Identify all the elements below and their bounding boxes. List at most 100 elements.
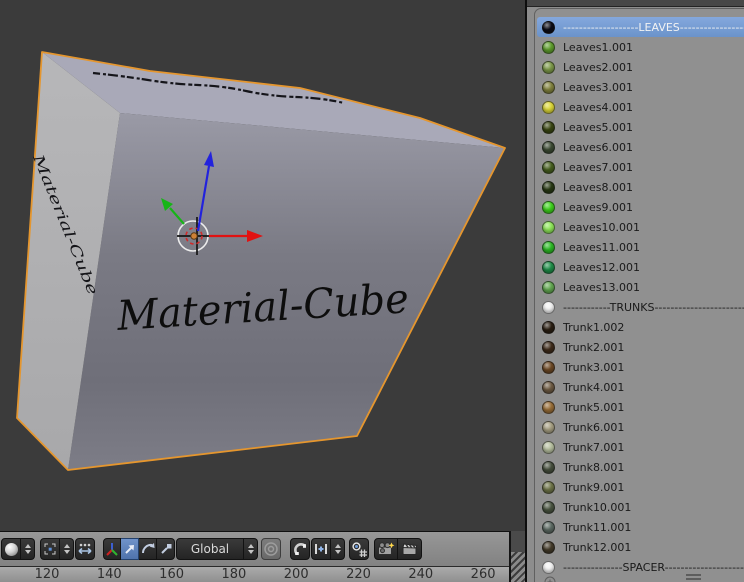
stepper-down-icon (248, 550, 254, 554)
material-color-swatch (542, 301, 555, 314)
material-row[interactable]: -------------------LEAVES---------------… (537, 17, 744, 37)
materials-panel: -------------------LEAVES---------------… (527, 0, 744, 582)
material-color-swatch (542, 81, 555, 94)
material-row[interactable]: Leaves10.001 (535, 217, 744, 237)
material-row[interactable]: Trunk12.001 (535, 537, 744, 557)
material-row[interactable]: Leaves1.001 (535, 37, 744, 57)
material-row[interactable]: Leaves7.001 (535, 157, 744, 177)
material-color-swatch (542, 341, 555, 354)
render-group (374, 538, 422, 560)
snap-element-stepper[interactable] (331, 538, 345, 560)
material-row[interactable]: Leaves9.001 (535, 197, 744, 217)
material-row[interactable]: Trunk9.001 (535, 477, 744, 497)
scale-manipulator-button[interactable] (157, 538, 175, 560)
material-list[interactable]: -------------------LEAVES---------------… (534, 8, 744, 582)
add-material-button[interactable] (544, 573, 556, 582)
orientation-stepper[interactable] (244, 538, 258, 560)
material-name: Trunk8.001 (563, 461, 624, 474)
material-name: Leaves5.001 (563, 121, 633, 134)
material-color-swatch (542, 361, 555, 374)
render-animation-button[interactable] (398, 538, 422, 560)
stepper-down-icon (335, 550, 341, 554)
material-color-swatch (542, 521, 555, 534)
frame-number: 200 (284, 567, 309, 582)
stepper-down-icon (64, 550, 70, 554)
material-name: Leaves6.001 (563, 141, 633, 154)
translate-manipulator-button[interactable] (121, 538, 139, 560)
stepper-up-icon (335, 544, 341, 548)
proportional-editing-button[interactable] (261, 538, 281, 560)
material-color-swatch (542, 221, 555, 234)
viewport-shading-sphere-icon (5, 543, 18, 556)
area-resize-grip[interactable] (511, 552, 525, 582)
material-name: Trunk9.001 (563, 481, 624, 494)
manipulate-centers-button[interactable] (75, 538, 95, 560)
gizmo-center[interactable] (191, 233, 197, 239)
material-row[interactable]: Trunk11.001 (535, 517, 744, 537)
snap-target-button[interactable] (349, 538, 369, 560)
material-row[interactable]: Trunk6.001 (535, 417, 744, 437)
orientation-dropdown[interactable]: Global (176, 538, 244, 560)
viewport-shading-group (1, 538, 35, 560)
material-row[interactable]: Leaves2.001 (535, 57, 744, 77)
material-row[interactable]: ------------TRUNKS----------------------… (535, 297, 744, 317)
material-row[interactable]: Leaves3.001 (535, 77, 744, 97)
material-color-swatch (542, 561, 555, 574)
material-name: Trunk10.001 (563, 501, 631, 514)
material-row[interactable]: Trunk4.001 (535, 377, 744, 397)
viewport-shading-button[interactable] (1, 538, 21, 560)
pivot-point-stepper[interactable] (60, 538, 74, 560)
pivot-point-button[interactable] (40, 538, 60, 560)
material-name: Leaves3.001 (563, 81, 633, 94)
material-row[interactable]: Trunk1.002 (535, 317, 744, 337)
material-color-swatch (542, 61, 555, 74)
material-name: Trunk12.001 (563, 541, 631, 554)
orientation-label: Global (191, 542, 229, 556)
material-row[interactable]: Trunk10.001 (535, 497, 744, 517)
snap-element-group (311, 538, 345, 560)
material-row[interactable]: Leaves4.001 (535, 97, 744, 117)
blender-window: Material-Cube Material-Cube (0, 0, 744, 582)
material-name: Leaves13.001 (563, 281, 640, 294)
rotate-arc-icon (140, 541, 156, 557)
material-row[interactable]: Leaves6.001 (535, 137, 744, 157)
viewport-3d[interactable]: Material-Cube Material-Cube (0, 0, 525, 531)
material-row[interactable]: Leaves5.001 (535, 117, 744, 137)
transform-manipulator-button[interactable] (103, 538, 121, 560)
list-resize-handle[interactable] (686, 574, 701, 580)
snap-element-button[interactable] (311, 538, 331, 560)
material-row[interactable]: Trunk8.001 (535, 457, 744, 477)
material-color-swatch (542, 441, 555, 454)
material-row[interactable]: Trunk2.001 (535, 337, 744, 357)
manipulate-centers-icon (77, 542, 93, 556)
material-row[interactable]: Leaves11.001 (535, 237, 744, 257)
pivot-point-group (40, 538, 74, 560)
material-name: Leaves9.001 (563, 201, 633, 214)
material-row[interactable]: Leaves12.001 (535, 257, 744, 277)
rotate-manipulator-button[interactable] (139, 538, 157, 560)
material-color-swatch (542, 121, 555, 134)
manipulator-axes-icon (104, 541, 120, 557)
material-name: ---------------SPACER-------------------… (563, 561, 744, 574)
snap-magnet-button[interactable] (290, 538, 310, 560)
material-color-swatch (542, 161, 555, 174)
snap-magnet-icon (292, 541, 308, 557)
viewport-header: Global (0, 531, 509, 566)
material-row[interactable]: Leaves13.001 (535, 277, 744, 297)
panel-header-strip (527, 0, 744, 7)
material-name: Trunk7.001 (563, 441, 624, 454)
material-name: Trunk2.001 (563, 341, 624, 354)
material-row[interactable]: Trunk7.001 (535, 437, 744, 457)
material-color-swatch (542, 101, 555, 114)
timeline-ruler[interactable]: 120140160180200220240260 (0, 566, 509, 582)
material-row[interactable]: ---------------SPACER-------------------… (535, 557, 744, 577)
material-row[interactable]: Leaves8.001 (535, 177, 744, 197)
viewport-shading-stepper[interactable] (21, 538, 35, 560)
stepper-up-icon (25, 544, 31, 548)
material-row[interactable]: Trunk3.001 (535, 357, 744, 377)
frame-number: 240 (408, 567, 433, 582)
render-image-button[interactable] (374, 538, 398, 560)
material-name: Trunk1.002 (563, 321, 624, 334)
viewport-scene: Material-Cube Material-Cube (0, 0, 525, 531)
material-row[interactable]: Trunk5.001 (535, 397, 744, 417)
